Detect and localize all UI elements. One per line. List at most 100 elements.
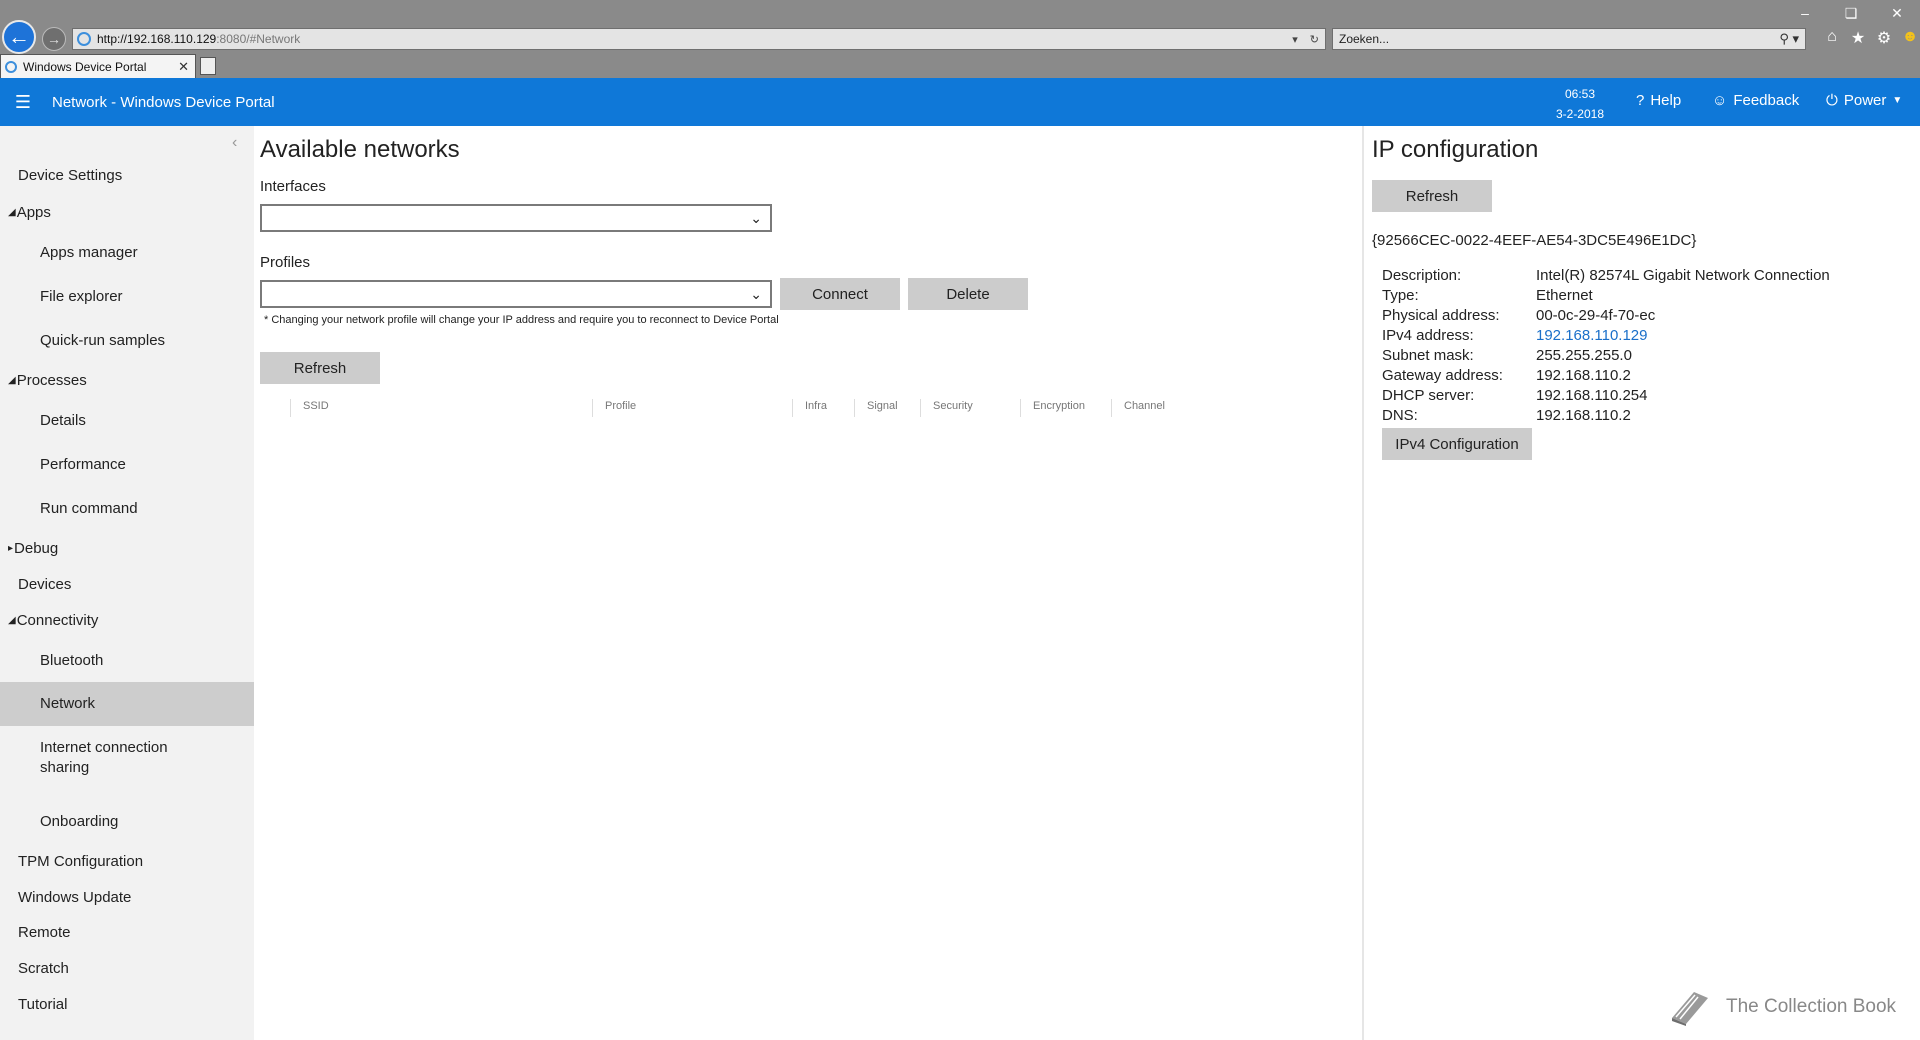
detail-key: IPv4 address: — [1382, 327, 1474, 344]
restore-icon[interactable]: ❏ — [1828, 0, 1874, 26]
detail-value: Ethernet — [1536, 287, 1593, 304]
sidebar-item-device-settings[interactable]: Device Settings — [0, 166, 254, 186]
search-icon[interactable]: ⚲ ▾ — [1779, 31, 1805, 47]
question-icon: ? — [1636, 92, 1645, 109]
sidebar-item-label: TPM Configuration — [18, 853, 144, 870]
delete-button[interactable]: Delete — [908, 278, 1028, 310]
sidebar-item-internet-connection-sharing[interactable]: Internet connection sharing — [0, 738, 190, 778]
profiles-select[interactable]: ⌄ — [260, 280, 772, 308]
sidebar: ‹ Device Settings ◢Apps Apps manager Fil… — [0, 126, 254, 1040]
forward-icon[interactable]: → — [42, 27, 66, 51]
search-input[interactable]: Zoeken... ⚲ ▾ — [1332, 28, 1806, 50]
interfaces-select[interactable]: ⌄ — [260, 204, 772, 232]
sidebar-item-scratch[interactable]: Scratch — [0, 959, 254, 979]
interfaces-label: Interfaces — [260, 178, 326, 195]
minimize-icon[interactable]: – — [1782, 0, 1828, 26]
search-placeholder: Zoeken... — [1339, 32, 1390, 46]
column-header-profile[interactable]: Profile — [592, 399, 636, 417]
url-host: http://192.168.110.129 — [97, 32, 217, 46]
clock-date: 3-2-2018 — [1555, 107, 1605, 121]
new-tab-button[interactable] — [200, 57, 216, 75]
reload-icon[interactable]: ↻ — [1310, 33, 1319, 46]
detail-row-type: Type: Ethernet — [1382, 286, 1830, 306]
sidebar-item-performance[interactable]: Performance — [0, 455, 254, 475]
tab-favicon-icon — [5, 60, 17, 73]
detail-key: Physical address: — [1382, 307, 1500, 324]
sidebar-item-details[interactable]: Details — [0, 411, 254, 431]
sidebar-item-tutorial[interactable]: Tutorial — [0, 995, 254, 1015]
sidebar-item-run-command[interactable]: Run command — [0, 499, 254, 519]
ip-configuration-panel: IP configuration Refresh {92566CEC-0022-… — [1364, 126, 1920, 1040]
sidebar-group-debug[interactable]: ▸Debug — [0, 539, 254, 559]
detail-value: 192.168.110.254 — [1536, 387, 1648, 404]
help-label: Help — [1650, 92, 1682, 109]
sidebar-item-windows-update[interactable]: Windows Update — [0, 888, 254, 908]
book-logo-icon — [1672, 992, 1708, 1026]
tab-close-icon[interactable]: ✕ — [178, 59, 189, 75]
profile-change-note: * Changing your network profile will cha… — [264, 314, 779, 326]
tab-title: Windows Device Portal — [23, 59, 147, 74]
collapse-sidebar-icon[interactable]: ‹ — [232, 134, 237, 152]
sidebar-item-tpm-configuration[interactable]: TPM Configuration — [0, 852, 254, 872]
sidebar-item-label: Bluetooth — [40, 652, 104, 669]
detail-key: Gateway address: — [1382, 367, 1503, 384]
feedback-label: Feedback — [1733, 92, 1800, 109]
sidebar-item-apps-manager[interactable]: Apps manager — [0, 243, 254, 263]
sidebar-item-label: Remote — [18, 924, 71, 941]
back-icon[interactable]: ← — [2, 20, 36, 54]
sidebar-item-devices[interactable]: Devices — [0, 575, 254, 595]
detail-row-dhcp-server: DHCP server: 192.168.110.254 — [1382, 386, 1830, 406]
close-window-icon[interactable]: ✕ — [1874, 0, 1920, 26]
column-header-encryption[interactable]: Encryption — [1020, 399, 1085, 417]
sidebar-item-quick-run-samples[interactable]: Quick-run samples — [0, 331, 254, 351]
sidebar-item-label: Network — [40, 695, 96, 712]
detail-row-description: Description: Intel(R) 82574L Gigabit Netw… — [1382, 266, 1830, 286]
column-header-infra[interactable]: Infra — [792, 399, 827, 417]
detail-row-subnet-mask: Subnet mask: 255.255.255.0 — [1382, 346, 1830, 366]
column-header-ssid[interactable]: SSID — [290, 399, 329, 417]
power-button[interactable]: ⏻ Power ▼ — [1826, 92, 1902, 109]
clock-time: 06:53 — [1564, 87, 1596, 101]
smiley-icon: ☺ — [1712, 92, 1728, 109]
sidebar-item-label: Devices — [18, 576, 72, 593]
sidebar-item-label: Run command — [40, 500, 138, 517]
detail-value: 192.168.110.2 — [1536, 407, 1631, 424]
networks-refresh-button[interactable]: Refresh — [260, 352, 380, 384]
sidebar-item-label: Windows Update — [18, 889, 132, 906]
column-header-signal[interactable]: Signal — [854, 399, 898, 417]
detail-key: Type: — [1382, 287, 1419, 304]
sidebar-group-processes[interactable]: ◢Processes — [0, 371, 254, 391]
sidebar-item-label: File explorer — [40, 288, 123, 305]
sidebar-item-label: Apps — [16, 204, 51, 221]
sidebar-item-network[interactable]: Network — [0, 682, 254, 726]
favorites-star-icon[interactable]: ★ — [1848, 28, 1868, 48]
ipconfig-refresh-button[interactable]: Refresh — [1372, 180, 1492, 212]
help-button[interactable]: ? Help — [1636, 92, 1681, 109]
adapter-id: {92566CEC-0022-4EEF-AE54-3DC5E496E1DC} — [1372, 232, 1697, 249]
sidebar-group-apps[interactable]: ◢Apps — [0, 203, 254, 223]
sidebar-item-bluetooth[interactable]: Bluetooth — [0, 651, 254, 671]
sidebar-item-label: Processes — [16, 372, 87, 389]
sidebar-group-connectivity[interactable]: ◢Connectivity — [0, 611, 254, 631]
column-header-channel[interactable]: Channel — [1111, 399, 1165, 417]
home-icon[interactable]: ⌂ — [1822, 28, 1842, 48]
tools-gear-icon[interactable]: ⚙ — [1874, 28, 1894, 48]
sidebar-item-label: Debug — [14, 540, 59, 557]
address-dropdown-icon[interactable]: ▾ — [1292, 33, 1298, 46]
smiley-feedback-icon[interactable]: ☻ — [1900, 28, 1920, 48]
column-header-security[interactable]: Security — [920, 399, 973, 417]
connect-button[interactable]: Connect — [780, 278, 900, 310]
address-bar[interactable]: http://192.168.110.129:8080/#Network ▾ ↻ — [72, 28, 1326, 50]
sidebar-item-file-explorer[interactable]: File explorer — [0, 287, 254, 307]
sidebar-item-remote[interactable]: Remote — [0, 923, 254, 943]
app-header: ☰ Network - Windows Device Portal 06:53 … — [0, 78, 1920, 126]
ipv4-configuration-button[interactable]: IPv4 Configuration — [1382, 428, 1532, 460]
sidebar-item-label: Quick-run samples — [40, 332, 166, 349]
sidebar-item-onboarding[interactable]: Onboarding — [0, 812, 254, 832]
chevron-down-icon: ⌄ — [750, 209, 762, 226]
ipv4-address-link[interactable]: 192.168.110.129 — [1536, 326, 1648, 346]
feedback-button[interactable]: ☺ Feedback — [1712, 92, 1799, 109]
browser-tab[interactable]: Windows Device Portal ✕ — [0, 54, 196, 78]
hamburger-menu-icon[interactable]: ☰ — [0, 92, 46, 113]
expanded-triangle-icon: ◢ — [8, 207, 16, 218]
